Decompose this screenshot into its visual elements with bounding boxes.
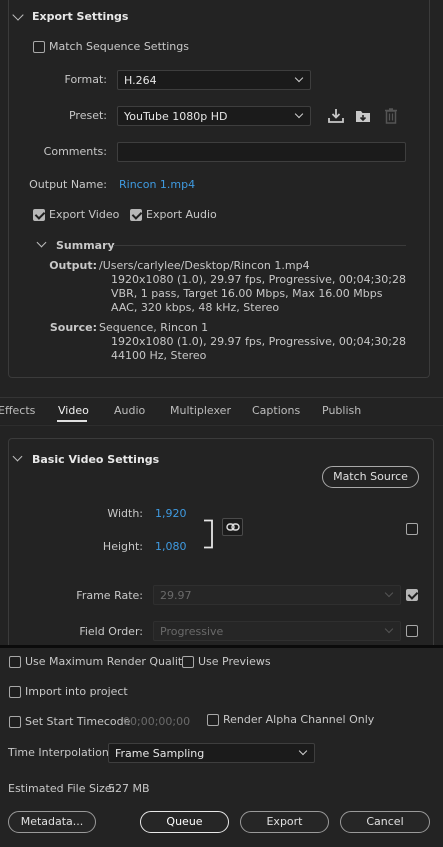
comments-label: Comments: xyxy=(43,145,107,158)
frame-rate-select[interactable]: 29.97 xyxy=(153,585,401,605)
height-value[interactable]: 1,080 xyxy=(155,540,187,553)
field-order-select[interactable]: Progressive xyxy=(153,621,401,641)
active-tab-indicator xyxy=(57,420,87,422)
summary-line: AAC, 320 kbps, 48 kHz, Stereo xyxy=(111,301,280,314)
export-settings-panel: Export Settings Match Sequence Settings … xyxy=(0,0,443,397)
summary-line: VBR, 1 pass, Target 16.00 Mbps, Max 16.0… xyxy=(111,287,383,300)
match-sequence-label: Match Sequence Settings xyxy=(49,40,189,53)
source-summary-label: Source: xyxy=(49,321,97,334)
summary-line: 1920x1080 (1.0), 29.97 fps, Progressive,… xyxy=(111,335,407,348)
file-size-value: 527 MB xyxy=(108,782,150,795)
tab-effects[interactable]: Effects xyxy=(0,404,35,417)
output-summary-text: /Users/carlylee/Desktop/Rincon 1.mp4 192… xyxy=(99,259,406,315)
chain-link-icon xyxy=(226,523,240,531)
summary-line: 44100 Hz, Stereo xyxy=(111,349,207,362)
alpha-only-label: Render Alpha Channel Only xyxy=(223,713,375,726)
width-value[interactable]: 1,920 xyxy=(155,507,187,520)
output-name-label: Output Name: xyxy=(29,178,107,191)
queue-button[interactable]: Queue xyxy=(140,811,229,833)
alpha-only-checkbox[interactable] xyxy=(207,714,219,726)
export-audio-checkbox[interactable] xyxy=(130,209,142,221)
start-timecode-checkbox[interactable] xyxy=(9,716,21,728)
file-size-label: Estimated File Size: xyxy=(8,782,116,795)
summary-line: 1920x1080 (1.0), 29.97 fps, Progressive,… xyxy=(111,273,407,286)
dimensions-override-checkbox[interactable] xyxy=(406,523,418,535)
chevron-down-icon xyxy=(384,624,394,634)
time-interpolation-label: Time Interpolation: xyxy=(8,746,113,759)
link-bracket xyxy=(204,519,213,549)
summary-title: Summary xyxy=(56,239,115,252)
save-preset-icon[interactable] xyxy=(327,107,345,125)
tab-publish[interactable]: Publish xyxy=(322,404,361,417)
chevron-down-icon xyxy=(384,588,394,598)
summary-line: /Users/carlylee/Desktop/Rincon 1.mp4 xyxy=(99,259,310,272)
preset-label: Preset: xyxy=(68,109,107,122)
export-audio-label: Export Audio xyxy=(146,208,217,221)
match-source-button[interactable]: Match Source xyxy=(322,466,419,488)
format-label: Format: xyxy=(64,73,107,86)
max-render-quality-checkbox[interactable] xyxy=(9,656,21,668)
frame-rate-checkbox[interactable] xyxy=(406,589,418,601)
format-select[interactable]: H.264 xyxy=(117,70,311,90)
output-name-link[interactable]: Rincon 1.mp4 xyxy=(119,178,195,191)
preset-value: YouTube 1080p HD xyxy=(124,110,228,123)
import-project-label: Import into project xyxy=(25,685,128,698)
settings-tabs: Effects Video Audio Multiplexer Captions… xyxy=(0,397,443,424)
cancel-button[interactable]: Cancel xyxy=(340,811,430,833)
use-previews-checkbox[interactable] xyxy=(182,656,194,668)
field-order-value: Progressive xyxy=(160,625,224,638)
chevron-down-icon xyxy=(294,109,304,119)
source-summary-text: Sequence, Rincon 1 1920x1080 (1.0), 29.9… xyxy=(99,321,406,363)
width-label: Width: xyxy=(107,507,143,520)
match-sequence-checkbox[interactable] xyxy=(33,41,45,53)
time-interpolation-select[interactable]: Frame Sampling xyxy=(108,743,315,763)
max-render-quality-label: Use Maximum Render Quality xyxy=(25,655,189,668)
chevron-down-icon xyxy=(298,746,308,756)
basic-video-settings-title: Basic Video Settings xyxy=(32,453,160,466)
constrain-proportions-button[interactable] xyxy=(222,518,243,536)
metadata-button[interactable]: Metadata... xyxy=(8,811,96,833)
export-options-panel: Use Maximum Render Quality Use Previews … xyxy=(0,648,443,847)
export-settings-title: Export Settings xyxy=(32,10,129,23)
use-previews-label: Use Previews xyxy=(198,655,271,668)
summary-line: Sequence, Rincon 1 xyxy=(99,321,209,334)
comments-input[interactable] xyxy=(117,142,406,162)
delete-preset-icon[interactable] xyxy=(383,107,399,125)
export-video-label: Export Video xyxy=(49,208,120,221)
preset-select[interactable]: YouTube 1080p HD xyxy=(117,106,311,126)
time-interpolation-value: Frame Sampling xyxy=(115,747,205,760)
start-timecode-label: Set Start Timecode xyxy=(25,715,131,728)
video-settings-panel: Basic Video Settings Match Source Width:… xyxy=(0,425,443,653)
tab-multiplexer[interactable]: Multiplexer xyxy=(170,404,231,417)
chevron-down-icon xyxy=(294,73,304,83)
output-summary-label: Output: xyxy=(49,259,97,272)
frame-rate-value: 29.97 xyxy=(160,589,192,602)
tab-audio[interactable]: Audio xyxy=(114,404,145,417)
field-order-label: Field Order: xyxy=(79,625,143,638)
start-timecode-value[interactable]: 00;00;00;00 xyxy=(123,715,190,728)
export-button[interactable]: Export xyxy=(240,811,329,833)
format-value: H.264 xyxy=(124,74,157,87)
summary-divider xyxy=(113,245,406,246)
field-order-checkbox[interactable] xyxy=(406,625,418,637)
tab-video[interactable]: Video xyxy=(58,404,89,417)
import-project-checkbox[interactable] xyxy=(9,686,21,698)
import-preset-icon[interactable] xyxy=(354,107,372,125)
height-label: Height: xyxy=(102,540,143,553)
export-video-checkbox[interactable] xyxy=(33,209,45,221)
tab-captions[interactable]: Captions xyxy=(252,404,300,417)
frame-rate-label: Frame Rate: xyxy=(76,589,143,602)
